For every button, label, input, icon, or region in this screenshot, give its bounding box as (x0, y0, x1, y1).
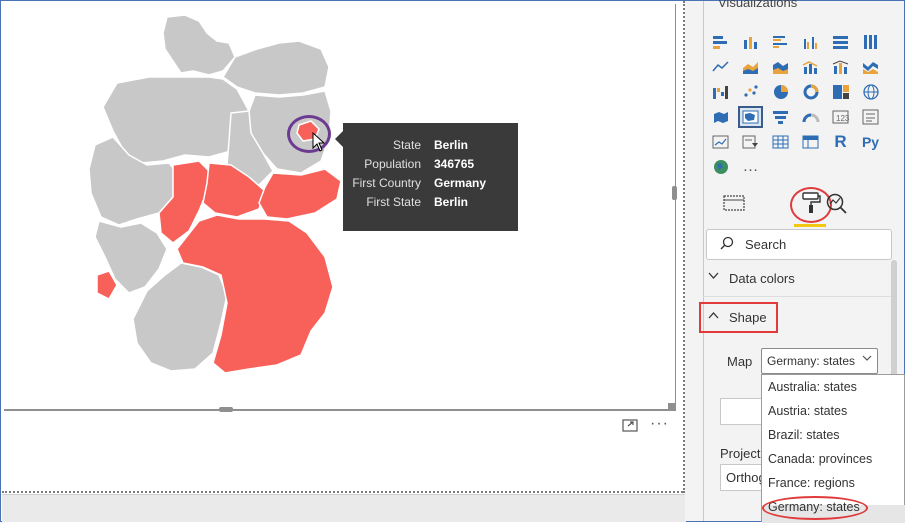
slicer-icon[interactable] (738, 131, 763, 153)
map-select[interactable]: Germany: states (761, 348, 878, 374)
map-label: Map (727, 354, 753, 369)
100-stacked-bar-icon[interactable] (828, 31, 853, 53)
chevron-down-icon (708, 271, 719, 283)
r-script-icon[interactable]: R (828, 131, 853, 153)
page-boundary-bottom (2, 491, 686, 493)
line-chart-icon[interactable] (708, 56, 733, 78)
dropdown-option[interactable]: Australia: states (768, 380, 857, 394)
resize-handle-right[interactable] (672, 186, 677, 200)
tooltip-row-population: Population 346765 (343, 155, 518, 174)
analytics-tab-icon[interactable] (823, 189, 851, 217)
donut-chart-icon[interactable] (798, 81, 823, 103)
tooltip-key: First State (366, 195, 421, 209)
more-options-icon[interactable]: ··· (650, 415, 669, 433)
ribbon-chart-icon[interactable] (858, 56, 883, 78)
format-search-input[interactable]: Search (706, 229, 892, 260)
section-separator (703, 296, 892, 297)
germany-shape-map[interactable] (89, 13, 349, 393)
tooltip-key: Population (364, 157, 421, 171)
100-stacked-column-icon[interactable] (858, 31, 883, 53)
page-bottom-bar (2, 494, 686, 522)
pane-title: Visualizations (718, 0, 798, 10)
stacked-bar-chart-icon[interactable] (708, 31, 733, 53)
tooltip-key: State (392, 138, 421, 152)
map-tooltip: State Berlin Population 346765 First Cou… (335, 123, 518, 231)
search-placeholder: Search (745, 237, 787, 252)
filled-map-icon[interactable] (708, 106, 733, 128)
tooltip-row-state: State Berlin (343, 136, 518, 155)
active-tab-underline (794, 224, 826, 227)
dropdown-option[interactable]: Brazil: states (768, 428, 840, 442)
tooltip-value: 346765 (434, 157, 475, 171)
germany-option-annotation (762, 496, 868, 520)
section-label: Data colors (729, 271, 795, 286)
shape-section-annotation (699, 302, 778, 333)
stacked-column-chart-icon[interactable] (738, 31, 763, 53)
tooltip-row-first-country: First Country Germany (343, 174, 518, 193)
dropdown-option[interactable]: Austria: states (768, 404, 847, 418)
multi-row-card-icon[interactable] (858, 106, 883, 128)
search-icon (720, 236, 734, 253)
map-select-value: Germany: states (767, 354, 856, 368)
tooltip-value: Berlin (434, 195, 469, 209)
arcgis-globe-icon[interactable] (708, 156, 733, 178)
add-map-button[interactable] (720, 398, 762, 425)
state-mecklenburg (222, 40, 330, 96)
card-icon[interactable]: 123 (828, 106, 853, 128)
treemap-icon[interactable] (828, 81, 853, 103)
tooltip-row-first-state: First State Berlin (343, 193, 518, 212)
python-script-icon[interactable]: Py (858, 131, 883, 153)
tooltip-value: Germany (434, 176, 487, 190)
area-chart-icon[interactable] (738, 56, 763, 78)
mouse-cursor-icon (312, 132, 326, 152)
tooltip-key: First Country (352, 176, 421, 190)
scatter-chart-icon[interactable] (738, 81, 763, 103)
table-icon[interactable] (768, 131, 793, 153)
section-data-colors[interactable]: Data colors (703, 264, 892, 294)
state-schleswig-holstein (162, 14, 236, 76)
pie-chart-icon[interactable] (768, 81, 793, 103)
waterfall-chart-icon[interactable] (708, 81, 733, 103)
focus-mode-icon[interactable] (622, 419, 638, 432)
state-saxony (258, 168, 342, 220)
clustered-bar-chart-icon[interactable] (768, 31, 793, 53)
dropdown-option[interactable]: Canada: provinces (768, 452, 872, 466)
visual-icon-grid: 123 R Py … (708, 31, 888, 181)
pane-scrollbar[interactable] (891, 260, 897, 380)
more-visuals-icon[interactable]: … (738, 156, 763, 178)
shape-map-icon[interactable] (738, 106, 763, 128)
resize-handle-corner[interactable] (668, 403, 676, 411)
map-globe-icon[interactable] (858, 81, 883, 103)
dropdown-option[interactable]: France: regions (768, 476, 855, 490)
resize-handle-bottom[interactable] (219, 407, 233, 412)
gauge-icon[interactable] (798, 106, 823, 128)
clustered-column-chart-icon[interactable] (798, 31, 823, 53)
stacked-area-chart-icon[interactable] (768, 56, 793, 78)
kpi-icon[interactable] (708, 131, 733, 153)
format-paint-roller-icon[interactable] (797, 189, 825, 217)
matrix-icon[interactable] (798, 131, 823, 153)
pane-divider (703, 1, 704, 521)
chevron-down-icon (862, 354, 872, 365)
funnel-icon[interactable] (768, 106, 793, 128)
fields-tab-icon[interactable] (720, 189, 748, 217)
line-clustered-column-icon[interactable] (798, 56, 823, 78)
report-canvas: State Berlin Population 346765 First Cou… (1, 1, 686, 522)
svg-text:123: 123 (836, 114, 850, 123)
line-stacked-column-icon[interactable] (828, 56, 853, 78)
projection-select[interactable]: Orthographic (720, 464, 762, 491)
visual-bottom-border (4, 410, 676, 411)
tooltip-value: Berlin (434, 138, 469, 152)
pane-tabs (718, 187, 847, 227)
